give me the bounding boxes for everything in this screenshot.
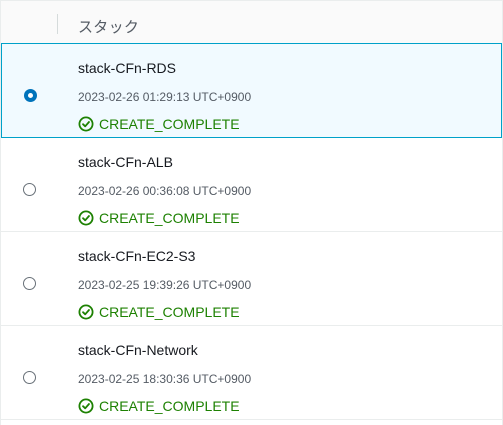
check-circle-icon	[78, 210, 94, 226]
stack-name[interactable]: stack-CFn-EC2-S3	[78, 248, 195, 264]
stack-status: CREATE_COMPLETE	[78, 115, 240, 133]
stack-select-radio[interactable]	[23, 371, 36, 384]
stack-status: CREATE_COMPLETE	[78, 397, 240, 415]
stack-select-radio[interactable]	[23, 277, 36, 290]
stack-select-radio[interactable]	[24, 89, 37, 102]
column-header-stacks: スタック	[78, 18, 140, 36]
stack-status-label: CREATE_COMPLETE	[99, 304, 240, 320]
check-circle-icon	[78, 116, 94, 132]
stack-created-time: 2023-02-26 00:36:08 UTC+0900	[78, 184, 252, 198]
check-circle-icon	[78, 304, 94, 320]
stack-status: CREATE_COMPLETE	[78, 303, 240, 321]
stack-row[interactable]: stack-CFn-ALB 2023-02-26 00:36:08 UTC+09…	[1, 138, 502, 232]
stack-status-label: CREATE_COMPLETE	[99, 398, 240, 414]
stack-status-label: CREATE_COMPLETE	[99, 116, 240, 132]
stack-select-radio[interactable]	[23, 183, 36, 196]
stacks-table-header: スタック	[1, 0, 502, 44]
stack-created-time: 2023-02-25 18:30:36 UTC+0900	[78, 372, 252, 386]
stack-row[interactable]: stack-CFn-Network 2023-02-25 18:30:36 UT…	[1, 326, 502, 420]
stack-row[interactable]: stack-CFn-RDS 2023-02-26 01:29:13 UTC+09…	[1, 43, 502, 138]
stack-status: CREATE_COMPLETE	[78, 209, 240, 227]
stack-name[interactable]: stack-CFn-RDS	[78, 60, 176, 76]
stack-name[interactable]: stack-CFn-ALB	[78, 154, 173, 170]
stack-row[interactable]: stack-CFn-EC2-S3 2023-02-25 19:39:26 UTC…	[1, 232, 502, 326]
stack-created-time: 2023-02-26 01:29:13 UTC+0900	[78, 90, 252, 104]
check-circle-icon	[78, 398, 94, 414]
stack-name[interactable]: stack-CFn-Network	[78, 342, 198, 358]
stack-status-label: CREATE_COMPLETE	[99, 210, 240, 226]
header-divider	[57, 14, 58, 34]
stack-created-time: 2023-02-25 19:39:26 UTC+0900	[78, 278, 252, 292]
stacks-panel: スタック stack-CFn-RDS 2023-02-26 01:29:13 U…	[0, 0, 503, 425]
